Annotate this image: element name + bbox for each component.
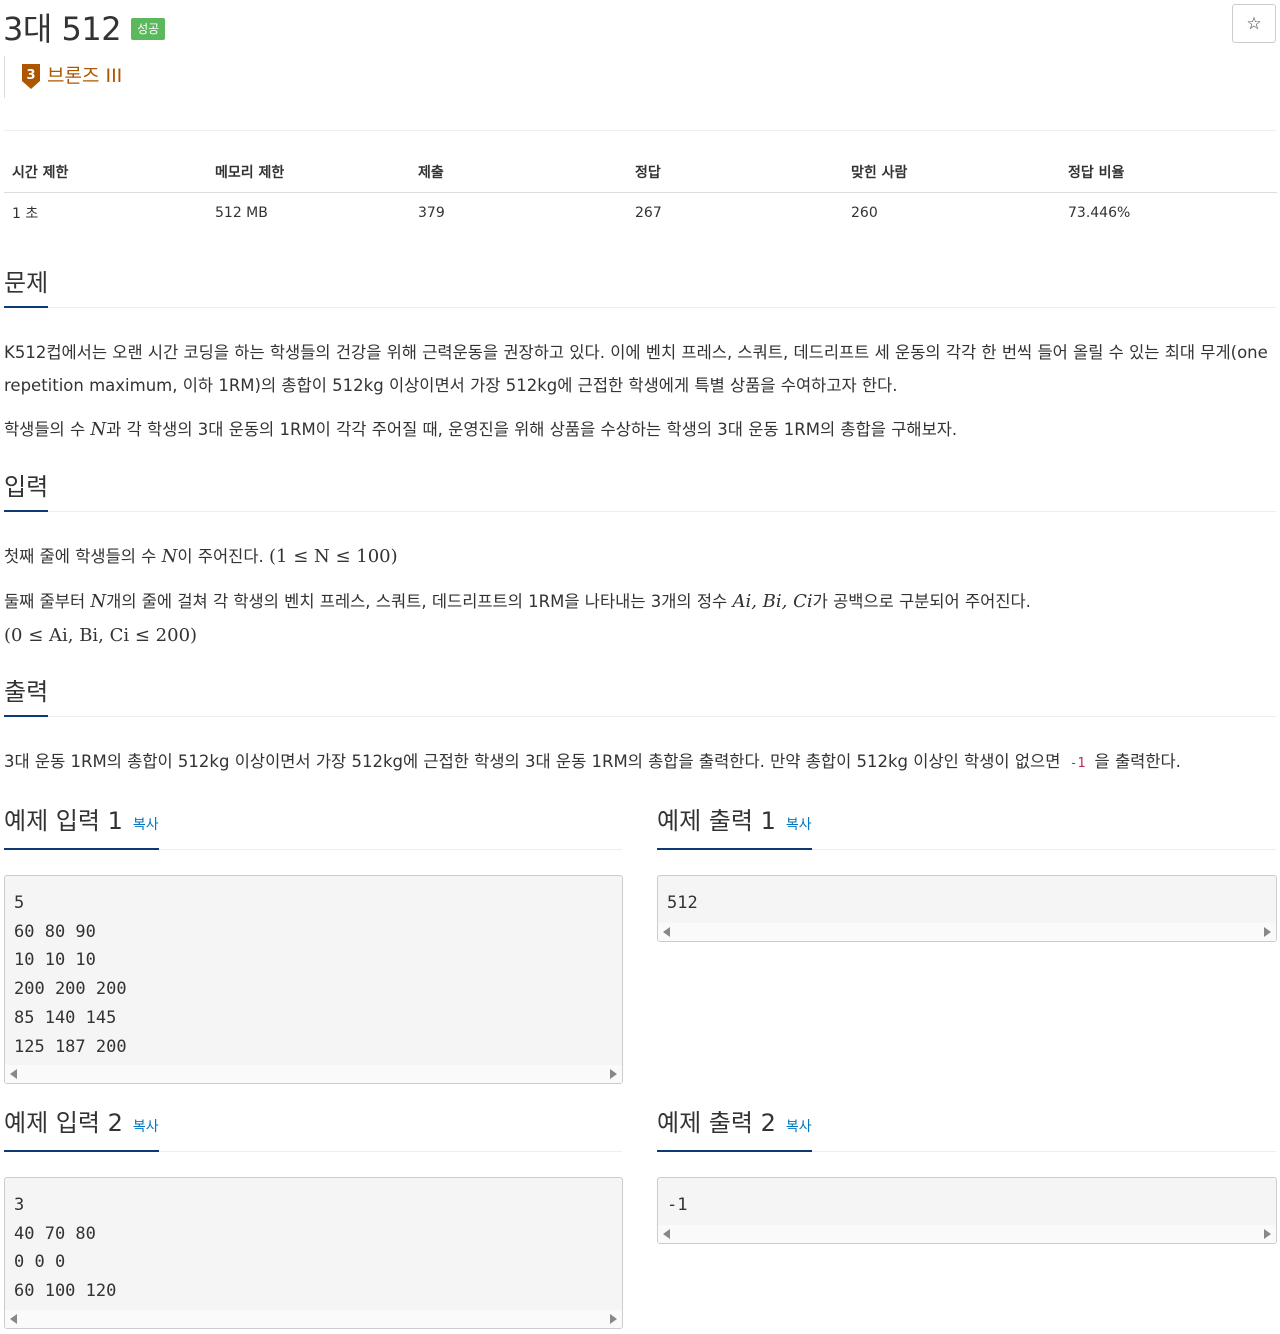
sample-output-1[interactable]: 512 <box>657 875 1277 942</box>
sample-input-1-heading: 예제 입력 1 복사 <box>4 804 159 850</box>
heading-text: 예제 입력 1 <box>4 807 123 835</box>
text: 가 공백으로 구분되어 주어진다. <box>812 592 1031 611</box>
scroll-left-icon[interactable] <box>663 1229 670 1239</box>
input-section-header: 입력 <box>4 470 1276 512</box>
horizontal-scrollbar[interactable] <box>5 1310 622 1328</box>
sample-output-2-heading: 예제 출력 2 복사 <box>657 1106 812 1152</box>
input-line-3: (0 ≤ Ai, Bi, Ci ≤ 200) <box>4 619 1272 652</box>
heading-text: 예제 출력 1 <box>657 807 776 835</box>
tier-number: 3 <box>26 68 35 83</box>
scroll-left-icon[interactable] <box>663 927 670 937</box>
input-line-1: 첫째 줄에 학생들의 수 N이 주어진다. (1 ≤ N ≤ 100) <box>4 540 1272 573</box>
status-badge: 성공 <box>131 18 166 40</box>
sample-input-1-header: 예제 입력 1 복사 <box>4 804 622 850</box>
math-n: N <box>161 546 178 567</box>
header-memory-limit: 메모리 제한 <box>207 152 410 193</box>
output-description: 3대 운동 1RM의 총합이 512kg 이상이면서 가장 512kg에 근접한… <box>4 745 1272 780</box>
inline-code: -1 <box>1069 756 1086 771</box>
star-icon: ☆ <box>1246 13 1262 34</box>
sample-input-1[interactable]: 5 60 80 90 10 10 10 200 200 200 85 140 1… <box>4 875 623 1084</box>
tier-label: 브론즈 III <box>47 65 123 87</box>
horizontal-scrollbar[interactable] <box>658 1225 1276 1243</box>
output-heading: 출력 <box>4 675 49 717</box>
value-ratio: 73.446% <box>1068 205 1131 221</box>
scroll-left-icon[interactable] <box>10 1069 17 1079</box>
header-accepted: 정답 <box>627 152 843 193</box>
sample-input-2[interactable]: 3 40 70 80 0 0 0 60 100 120 <box>4 1177 623 1329</box>
sample-input-2-header: 예제 입력 2 복사 <box>4 1106 622 1152</box>
horizontal-scrollbar[interactable] <box>5 1065 622 1083</box>
sample-input-2-text: 3 40 70 80 0 0 0 60 100 120 <box>14 1195 117 1302</box>
problem-description-2: 학생들의 수 N과 각 학생의 3대 운동의 1RM이 각각 주어질 때, 운영… <box>4 413 1272 446</box>
problem-section-header: 문제 <box>4 266 1276 308</box>
value-accepted: 267 <box>635 205 662 221</box>
output-section-header: 출력 <box>4 675 1276 717</box>
sample-output-1-header: 예제 출력 1 복사 <box>657 804 1276 850</box>
scroll-left-icon[interactable] <box>10 1314 17 1324</box>
sample-output-2-text: -1 <box>667 1195 688 1215</box>
sample-output-2-header: 예제 출력 2 복사 <box>657 1106 1276 1152</box>
sample-output-1-text: 512 <box>667 893 698 913</box>
value-memory-limit: 512 MB <box>215 205 268 221</box>
star-button[interactable]: ☆ <box>1232 4 1276 43</box>
problem-title: 3대 512 <box>3 10 122 48</box>
input-line-2: 둘째 줄부터 N개의 줄에 걸쳐 각 학생의 벤치 프레스, 스쿼트, 데드리프… <box>4 585 1272 618</box>
math-n: N <box>90 591 107 612</box>
copy-button[interactable]: 복사 <box>133 1119 159 1135</box>
table-row: 1 초 512 MB 379 267 260 73.446% <box>4 193 1277 234</box>
sample-input-2-heading: 예제 입력 2 복사 <box>4 1106 159 1152</box>
input-heading: 입력 <box>4 470 49 512</box>
problem-title-row: 3대 512 성공 <box>3 4 166 50</box>
value-solvers: 260 <box>851 205 878 221</box>
sample-output-2[interactable]: -1 <box>657 1177 1277 1244</box>
math-vars: Ai, Bi, Ci <box>732 591 813 612</box>
text: 개의 줄에 걸쳐 각 학생의 벤치 프레스, 스쿼트, 데드리프트의 1RM을 … <box>106 592 733 611</box>
horizontal-scrollbar[interactable] <box>658 923 1276 941</box>
text: 학생들의 수 <box>4 420 91 439</box>
scroll-right-icon[interactable] <box>1264 927 1271 937</box>
text: 이 주어진다. <box>177 547 269 566</box>
copy-button[interactable]: 복사 <box>786 1119 812 1135</box>
header-time-limit: 시간 제한 <box>4 152 207 193</box>
value-submissions: 379 <box>418 205 445 221</box>
scroll-right-icon[interactable] <box>1264 1229 1271 1239</box>
table-header-row: 시간 제한 메모리 제한 제출 정답 맞힌 사람 정답 비율 <box>4 152 1277 193</box>
header-ratio: 정답 비율 <box>1060 152 1277 193</box>
value-time-limit: 1 초 <box>12 206 39 222</box>
text: 을 출력한다. <box>1089 752 1181 771</box>
copy-button[interactable]: 복사 <box>786 817 812 833</box>
text: 3대 운동 1RM의 총합이 512kg 이상이면서 가장 512kg에 근접한… <box>4 752 1066 771</box>
sample-input-1-text: 5 60 80 90 10 10 10 200 200 200 85 140 1… <box>14 893 127 1057</box>
math-range: (1 ≤ N ≤ 100) <box>269 546 398 567</box>
scroll-right-icon[interactable] <box>610 1069 617 1079</box>
heading-text: 예제 입력 2 <box>4 1109 123 1137</box>
scroll-right-icon[interactable] <box>610 1314 617 1324</box>
text: 과 각 학생의 3대 운동의 1RM이 각각 주어질 때, 운영진을 위해 상품… <box>106 420 958 439</box>
header-solvers: 맞힌 사람 <box>843 152 1060 193</box>
math-range: (0 ≤ Ai, Bi, Ci ≤ 200) <box>4 625 198 646</box>
sample-output-1-heading: 예제 출력 1 복사 <box>657 804 812 850</box>
divider <box>4 130 1276 131</box>
bronze-tier-icon: 3 <box>21 63 41 89</box>
problem-description: K512컵에서는 오랜 시간 코딩을 하는 학생들의 건강을 위해 근력운동을 … <box>4 343 1268 395</box>
problem-heading: 문제 <box>4 266 49 308</box>
math-n: N <box>90 419 107 440</box>
tier-info: 3 브론즈 III <box>4 56 122 98</box>
heading-text: 예제 출력 2 <box>657 1109 776 1137</box>
text: 첫째 줄에 학생들의 수 <box>4 547 162 566</box>
text: 둘째 줄부터 <box>4 592 91 611</box>
copy-button[interactable]: 복사 <box>133 817 159 833</box>
header-submissions: 제출 <box>410 152 627 193</box>
problem-info-table: 시간 제한 메모리 제한 제출 정답 맞힌 사람 정답 비율 1 초 512 M… <box>4 152 1277 233</box>
